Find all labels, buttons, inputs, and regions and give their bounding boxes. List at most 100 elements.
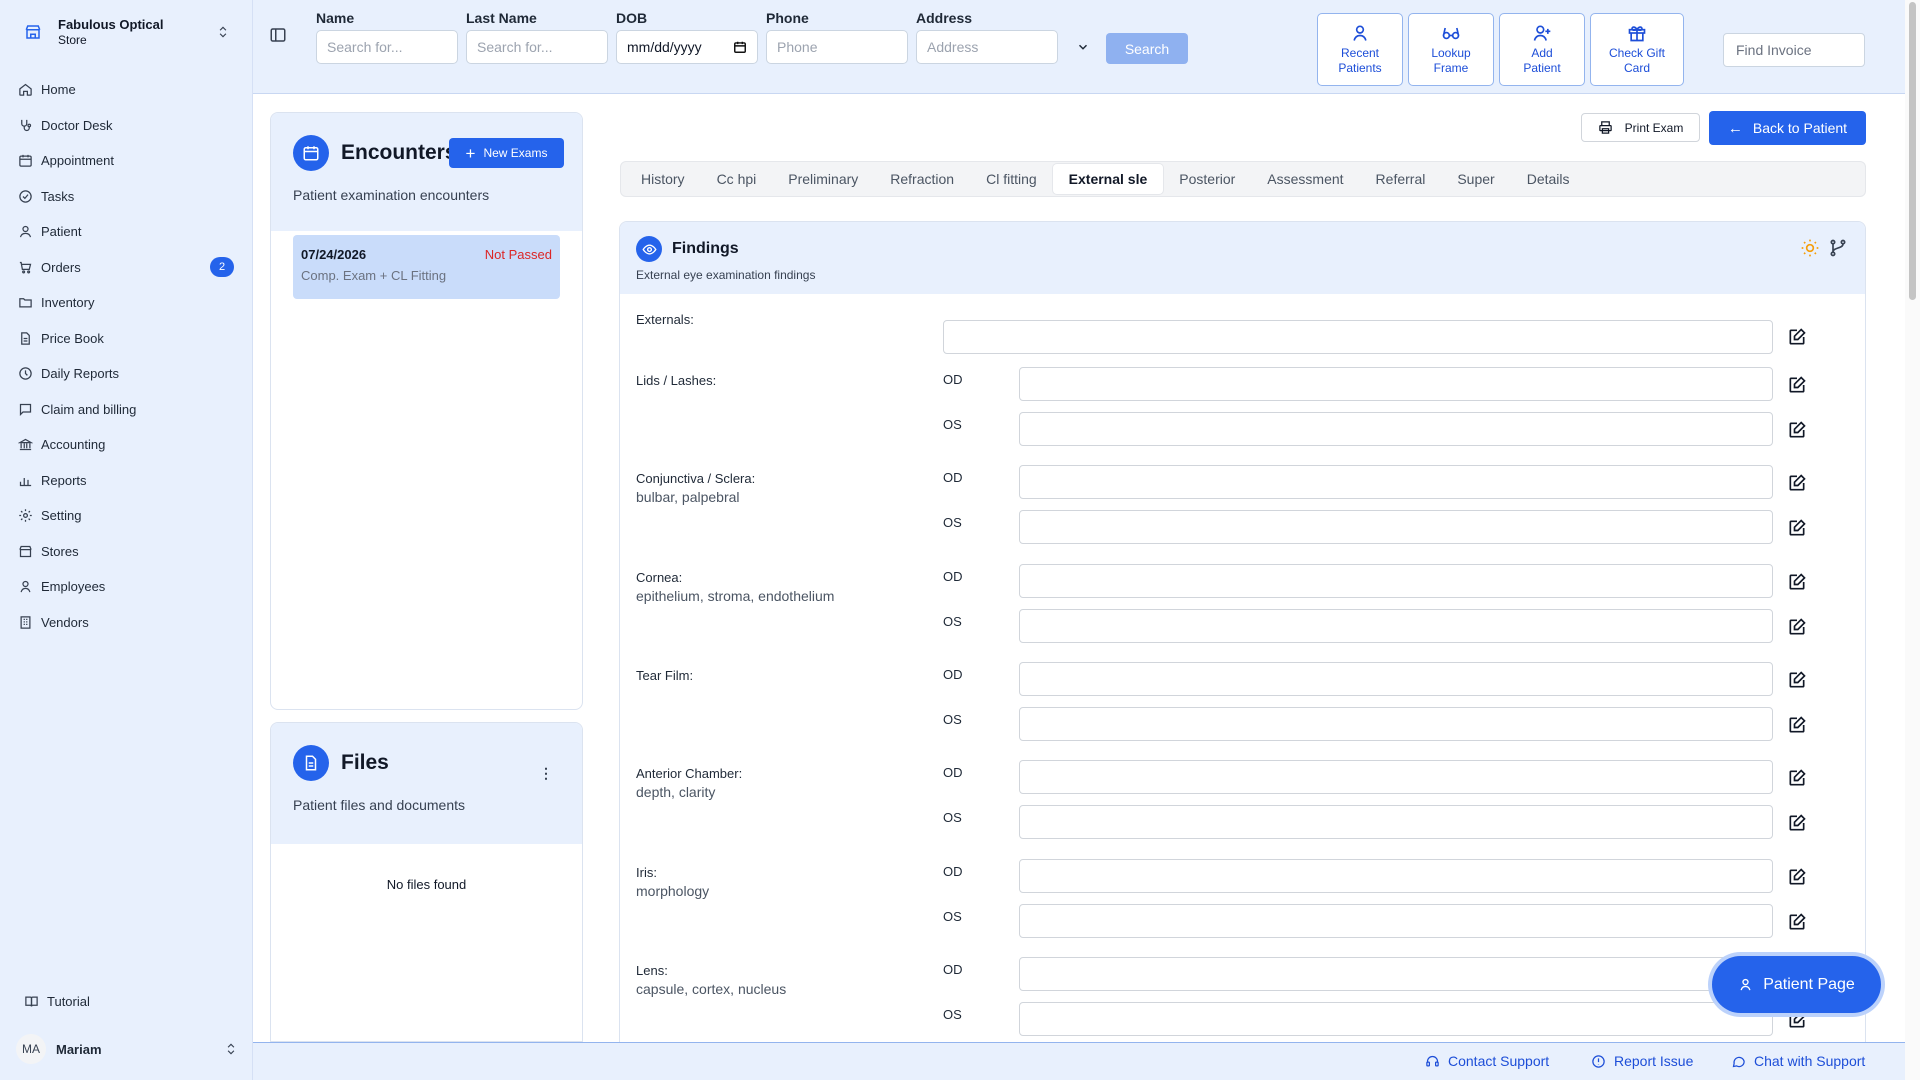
- edit-note-icon[interactable]: [1787, 813, 1807, 833]
- conjunctiva-os-input[interactable]: [1019, 510, 1773, 544]
- edit-note-icon[interactable]: [1787, 912, 1807, 932]
- tab-cc-hpi[interactable]: Cc hpi: [701, 164, 773, 194]
- sidebar-item-label: Claim and billing: [41, 401, 137, 417]
- iris-os-input[interactable]: [1019, 904, 1773, 938]
- edit-note-icon[interactable]: [1787, 670, 1807, 690]
- tutorial-link[interactable]: Tutorial: [14, 990, 240, 1012]
- encounter-item[interactable]: 07/24/2026 Not Passed Comp. Exam + CL Fi…: [293, 235, 560, 299]
- sidebar-item-inventory[interactable]: Inventory: [10, 285, 242, 321]
- sidebar-item-appointment[interactable]: Appointment: [10, 143, 242, 179]
- edit-note-icon[interactable]: [1787, 867, 1807, 887]
- edit-note-icon[interactable]: [1787, 518, 1807, 538]
- finding-label: Tear Film:: [636, 668, 694, 683]
- chat-support-link[interactable]: Chat with Support: [1731, 1053, 1865, 1069]
- tear-film-od-input[interactable]: [1019, 662, 1773, 696]
- edit-note-icon[interactable]: [1787, 715, 1807, 735]
- edit-note-icon[interactable]: [1787, 1010, 1807, 1030]
- edit-note-icon[interactable]: [1787, 768, 1807, 788]
- sidebar-item-doctor-desk[interactable]: Doctor Desk: [10, 108, 242, 144]
- new-exams-label: New Exams: [483, 146, 548, 160]
- tab-details[interactable]: Details: [1511, 164, 1586, 194]
- top-search-bar: Name Search for... Last Name Search for.…: [253, 0, 1905, 94]
- tab-super[interactable]: Super: [1441, 164, 1510, 194]
- find-invoice-input[interactable]: Find Invoice: [1723, 33, 1865, 67]
- lookup-frame-button[interactable]: Lookup Frame: [1408, 13, 1494, 86]
- sidebar-item-claim-billing[interactable]: Claim and billing: [10, 392, 242, 428]
- tab-preliminary[interactable]: Preliminary: [772, 164, 874, 194]
- printer-icon: [1598, 121, 1612, 134]
- user-menu[interactable]: MA Mariam: [14, 1032, 240, 1066]
- sidebar-item-home[interactable]: Home: [10, 72, 242, 108]
- sidebar-item-reports[interactable]: Reports: [10, 463, 242, 499]
- sidebar-item-stores[interactable]: Stores: [10, 534, 242, 570]
- sidebar-item-employees[interactable]: Employees: [10, 569, 242, 605]
- tab-history[interactable]: History: [625, 164, 701, 194]
- tab-cl-fitting[interactable]: Cl fitting: [970, 164, 1053, 194]
- lids-lashes-os-input[interactable]: [1019, 412, 1773, 446]
- dob-label: DOB: [616, 10, 648, 26]
- patient-page-button[interactable]: Patient Page: [1712, 956, 1881, 1013]
- tab-assessment[interactable]: Assessment: [1251, 164, 1359, 194]
- edit-note-icon[interactable]: [1787, 572, 1807, 592]
- last-name-input[interactable]: Search for...: [466, 30, 608, 64]
- sidebar-toggle-icon[interactable]: [269, 26, 287, 44]
- back-to-patient-button[interactable]: ← Back to Patient: [1709, 111, 1866, 145]
- tab-posterior[interactable]: Posterior: [1163, 164, 1251, 194]
- qa-label-line2: Card: [1623, 61, 1650, 75]
- edit-note-icon[interactable]: [1787, 327, 1807, 347]
- sidebar-item-daily-reports[interactable]: Daily Reports: [10, 356, 242, 392]
- finding-label: Cornea: epithelium, stroma, endothelium: [636, 570, 835, 605]
- conjunctiva-od-input[interactable]: [1019, 465, 1773, 499]
- sidebar-item-price-book[interactable]: Price Book: [10, 321, 242, 357]
- iris-od-input[interactable]: [1019, 859, 1773, 893]
- sidebar-item-vendors[interactable]: Vendors: [10, 605, 242, 641]
- chevron-down-icon[interactable]: [1076, 40, 1090, 54]
- qa-label-line1: Add: [1531, 46, 1553, 60]
- sidebar-item-label: Employees: [41, 579, 106, 595]
- anterior-chamber-od-input[interactable]: [1019, 760, 1773, 794]
- phone-input[interactable]: Phone: [766, 30, 908, 64]
- externals-input[interactable]: [943, 320, 1773, 354]
- anterior-chamber-os-input[interactable]: [1019, 805, 1773, 839]
- avatar: MA: [16, 1034, 46, 1064]
- edit-note-icon[interactable]: [1787, 617, 1807, 637]
- more-vertical-icon[interactable]: ⋮: [539, 765, 553, 782]
- tear-film-os-input[interactable]: [1019, 707, 1773, 741]
- add-patient-button[interactable]: Add Patient: [1499, 13, 1585, 86]
- store-switcher[interactable]: Fabulous Optical Store: [14, 10, 240, 54]
- tab-external-sle[interactable]: External sle: [1052, 164, 1164, 194]
- contact-support-link[interactable]: Contact Support: [1425, 1053, 1549, 1069]
- cornea-od-input[interactable]: [1019, 564, 1773, 598]
- page-scrollbar-thumb[interactable]: [1909, 2, 1916, 300]
- report-issue-link[interactable]: Report Issue: [1591, 1053, 1693, 1069]
- edit-note-icon[interactable]: [1787, 375, 1807, 395]
- new-exams-button[interactable]: + New Exams: [449, 138, 564, 168]
- calendar-icon[interactable]: [733, 40, 747, 54]
- tab-refraction[interactable]: Refraction: [874, 164, 970, 194]
- check-gift-card-button[interactable]: Check Gift Card: [1590, 13, 1684, 86]
- dob-input[interactable]: mm/dd/yyyy: [616, 30, 758, 64]
- lids-lashes-od-input[interactable]: [1019, 367, 1773, 401]
- sidebar-item-setting[interactable]: Setting: [10, 498, 242, 534]
- lens-os-input[interactable]: [1019, 1002, 1773, 1036]
- edit-note-icon[interactable]: [1787, 420, 1807, 440]
- search-button[interactable]: Search: [1106, 33, 1188, 64]
- print-exam-button[interactable]: Print Exam: [1581, 113, 1700, 142]
- sidebar-item-accounting[interactable]: Accounting: [10, 427, 242, 463]
- finding-label: Iris: morphology: [636, 865, 710, 900]
- sidebar-item-orders[interactable]: Orders 2: [10, 250, 242, 286]
- recent-patients-button[interactable]: Recent Patients: [1317, 13, 1403, 86]
- contact-support-label: Contact Support: [1448, 1053, 1550, 1069]
- dob-value: mm/dd/yyyy: [627, 39, 702, 55]
- cornea-os-input[interactable]: [1019, 609, 1773, 643]
- address-input[interactable]: Address: [916, 30, 1058, 64]
- name-input[interactable]: Search for...: [316, 30, 458, 64]
- git-branch-icon[interactable]: [1828, 238, 1848, 258]
- encounter-description: Comp. Exam + CL Fitting: [301, 268, 447, 283]
- sidebar-item-patient[interactable]: Patient: [10, 214, 242, 250]
- sidebar-item-tasks[interactable]: Tasks: [10, 179, 242, 215]
- lens-od-input[interactable]: [1019, 957, 1773, 991]
- edit-note-icon[interactable]: [1787, 473, 1807, 493]
- sun-icon[interactable]: [1800, 238, 1820, 258]
- tab-referral[interactable]: Referral: [1360, 164, 1442, 194]
